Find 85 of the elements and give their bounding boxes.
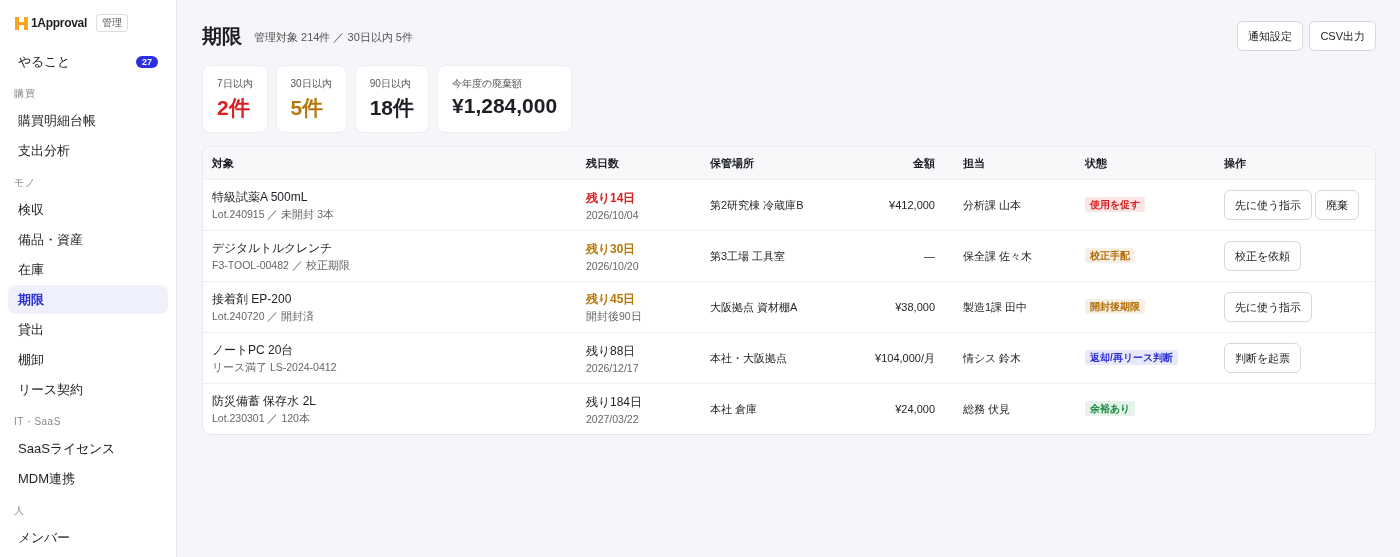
nav-item[interactable]: 在庫 [8,255,168,284]
item-name: 特級試薬A 500mL [212,188,308,206]
page-title: 期限 [202,23,242,49]
column-header: 対象 [211,155,235,171]
nav-section-label: 人 [13,504,26,518]
location-cell-text: 本社・大阪拠点 [709,350,788,366]
item-detail: リース満了 LS-2024-0412 [212,360,337,375]
nav-item[interactable]: 検収 [8,195,168,224]
row-action-button[interactable]: 先に使う指示 [1224,190,1312,220]
nav-section-label: IT・SaaS [13,415,62,429]
nav-item[interactable]: 備品・資産 [8,225,168,254]
remaining-days: 残り184日 [586,393,643,411]
nav-item[interactable]: 期限 [8,285,168,314]
stat-value: 18件 [369,95,415,121]
item-detail: Lot.240720 ／ 開封済 [212,309,315,324]
location-cell-text: 大阪拠点 資材棚A [709,299,799,315]
owner-cell-text: 分析課 山本 [962,197,1023,213]
stat-value: 2件 [217,95,251,121]
nav-item[interactable]: SaaSライセンス [8,434,168,463]
column-header: 金額 [912,155,936,171]
remaining-days: 残り30日 [586,240,636,258]
stat-label: 30日以内 [290,77,332,91]
owner-cell-text: 保全課 佐々木 [962,248,1034,264]
stat-label: 7日以内 [217,77,253,91]
nav-section-label: モノ [13,176,36,190]
item-detail: Lot.240915 ／ 未開封 3本 [212,207,335,222]
location-cell-text: 本社 倉庫 [709,401,759,417]
item-name: 接着剤 EP-200 [212,290,292,308]
status-tag: 余裕あり [1085,401,1135,416]
owner-cell-text: 総務 伏見 [962,401,1012,417]
header-button[interactable]: CSV出力 [1309,21,1376,51]
status-tag: 使用を促す [1085,197,1145,212]
status-tag: 校正手配 [1085,248,1135,263]
nav-item[interactable]: 支出分析 [8,136,168,165]
nav-section-label: 購買 [13,87,36,101]
status-tag: 開封後期限 [1085,299,1145,314]
amount-cell-text: — [923,250,936,262]
location-cell-text: 第2研究棟 冷蔵庫B [709,197,805,213]
column-header: 残日数 [584,155,620,171]
nav-item[interactable]: メンバー [8,523,168,552]
owner-cell-text: 情シス 鈴木 [962,350,1023,366]
stat-value: ¥1,284,000 [452,94,558,118]
remaining-days: 残り45日 [586,290,636,308]
stat-label: 今年度の廃棄額 [452,77,524,91]
item-name: 防災備蓄 保存水 2L [212,392,316,410]
nav-item[interactable]: MDM連携 [8,464,168,493]
header-button[interactable]: 通知設定 [1237,21,1304,51]
location-cell-text: 第3工場 工具室 [709,248,787,264]
amount-cell-text: ¥104,000/月 [874,350,936,366]
brand-name: 1Approval [31,16,87,30]
admin-tag: 管理 [96,14,128,32]
stat-value: 5件 [290,95,325,121]
remaining-days: 残り14日 [586,189,636,207]
count-badge: 27 [136,55,158,68]
column-header: 状態 [1083,155,1108,171]
amount-cell-text: ¥38,000 [894,301,936,313]
expiry-date: 2026/10/04 [586,208,639,221]
expiry-date: 2027/03/22 [586,412,639,425]
item-detail: Lot.230301 ／ 120本 [212,411,310,426]
expiry-date: 2026/12/17 [586,361,639,374]
nav-item[interactable]: リース契約 [8,375,168,404]
nav-item[interactable]: やること 27 [8,47,168,76]
stat-label: 90日以内 [369,77,412,91]
item-name: デジタルトルクレンチ [212,239,332,257]
remaining-days: 残り88日 [586,342,636,360]
row-action-button[interactable]: 廃棄 [1315,190,1359,220]
nav-item[interactable]: 貸出 [8,315,168,344]
amount-cell-text: ¥412,000 [888,199,936,211]
column-header: 保管場所 [709,155,755,171]
column-header: 操作 [1223,155,1247,171]
status-tag: 返却/再リース判断 [1085,350,1178,365]
item-name: ノートPC 20台 [212,341,294,359]
row-action-button[interactable]: 校正を依頼 [1224,241,1301,271]
item-detail: F3-TOOL-00482 ／ 校正期限 [212,258,350,273]
amount-cell-text: ¥24,000 [894,403,936,415]
nav-item[interactable]: 棚卸 [8,345,168,374]
expiry-date: 開封後90日 [586,309,642,324]
logo-icon [15,15,28,31]
expiry-date: 2026/10/20 [586,259,639,272]
page-subtitle: 管理対象 214件 ／ 30日以内 5件 [254,30,413,45]
column-header: 担当 [962,155,986,171]
row-action-button[interactable]: 判断を起票 [1224,343,1301,373]
owner-cell-text: 製造1課 田中 [962,299,1029,315]
row-action-button[interactable]: 先に使う指示 [1224,292,1312,322]
nav-item[interactable]: 購買明細台帳 [8,106,168,135]
